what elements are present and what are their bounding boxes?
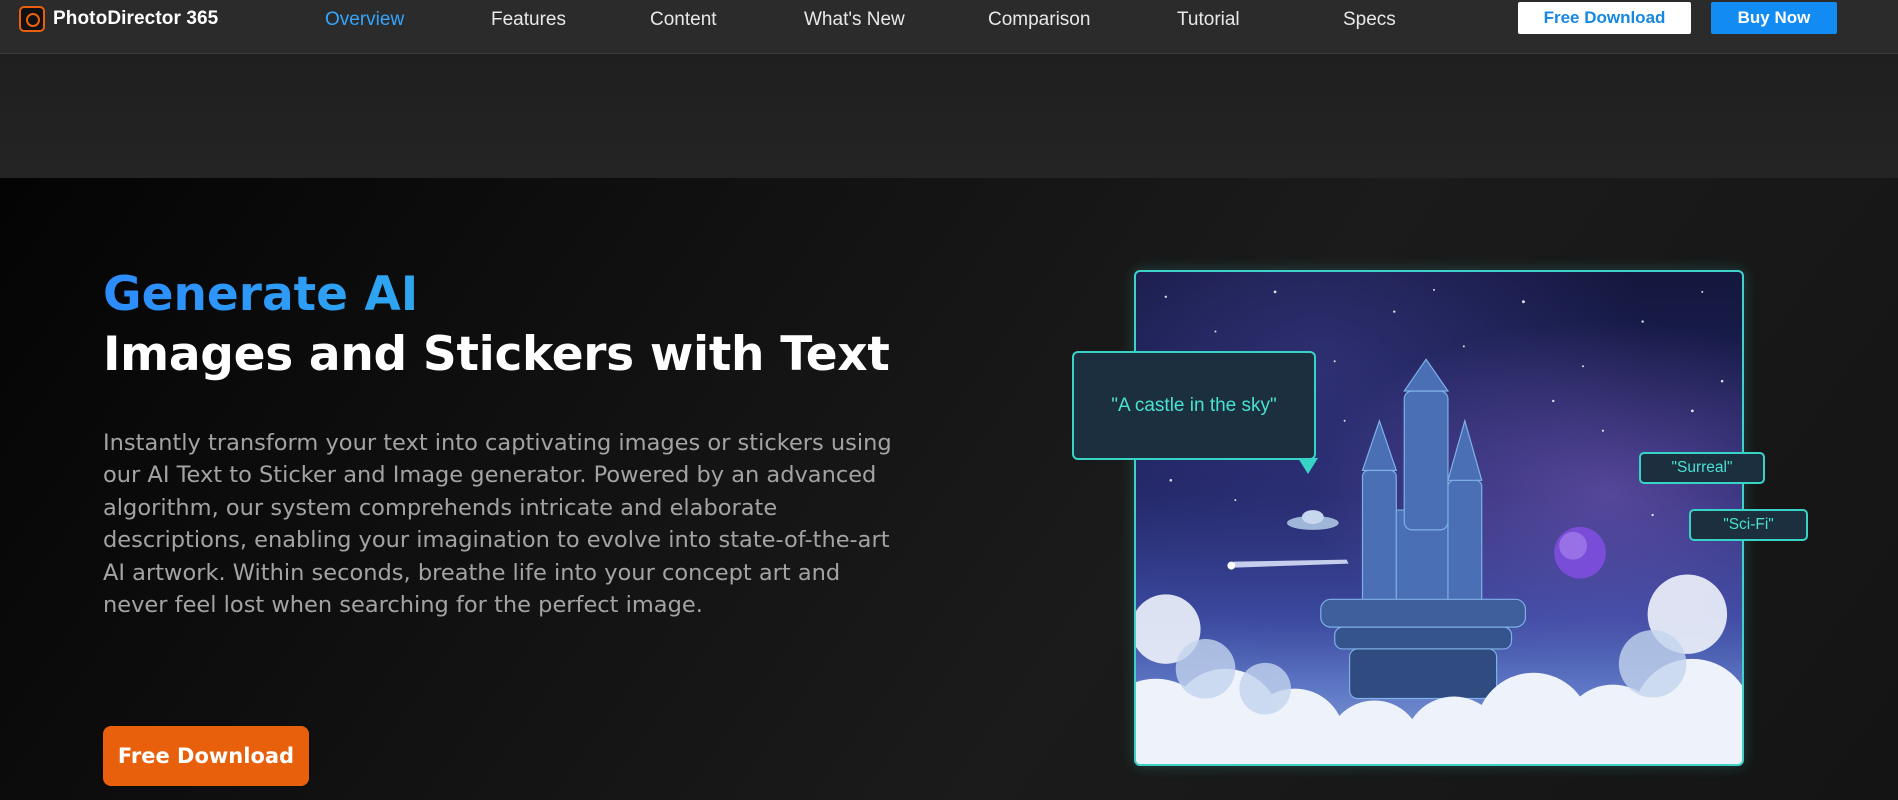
tag-surreal: "Surreal": [1639, 452, 1765, 484]
top-navigation: PhotoDirector 365 Overview Features Cont…: [0, 0, 1898, 54]
prompt-bubble-tail: [1298, 458, 1318, 474]
nav-overview[interactable]: Overview: [325, 7, 404, 33]
brand[interactable]: PhotoDirector 365: [19, 5, 218, 33]
brand-name: PhotoDirector 365: [53, 8, 219, 29]
free-download-button[interactable]: Free Download: [1518, 2, 1691, 34]
nav-whats-new[interactable]: What's New: [804, 7, 905, 33]
photodirector-logo-icon: [19, 6, 45, 32]
prompt-bubble: "A castle in the sky": [1072, 351, 1316, 460]
hero-description: Instantly transform your text into capti…: [103, 430, 892, 619]
hero-title-highlight: Generate AI: [103, 265, 983, 325]
hero-title: Generate AI Images and Stickers with Tex…: [103, 265, 983, 385]
hero-free-download-button[interactable]: Free Download: [103, 726, 309, 786]
ai-castle-artwork: [1134, 270, 1744, 766]
nav-specs[interactable]: Specs: [1343, 7, 1396, 33]
nav-tutorial[interactable]: Tutorial: [1177, 7, 1240, 33]
nav-features[interactable]: Features: [491, 7, 566, 33]
nav-comparison[interactable]: Comparison: [988, 7, 1090, 33]
buy-now-button[interactable]: Buy Now: [1711, 2, 1837, 34]
tag-sci-fi: "Sci-Fi": [1689, 509, 1808, 541]
castle-illustration: [1136, 288, 1742, 764]
hero-title-rest: Images and Stickers with Text: [103, 327, 890, 382]
nav-content[interactable]: Content: [650, 7, 717, 33]
spacer-band: [0, 54, 1898, 178]
